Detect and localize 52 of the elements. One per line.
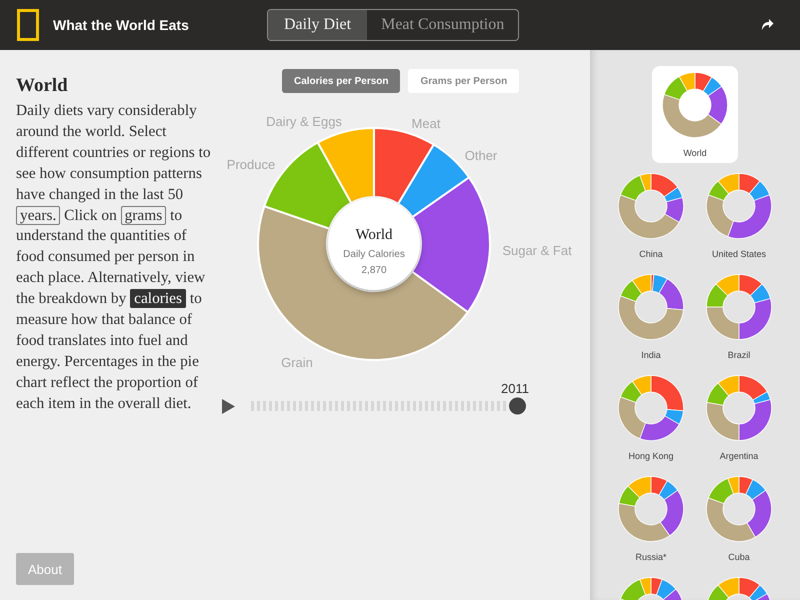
slice-label: Produce — [226, 157, 276, 172]
text-link[interactable]: years. — [16, 206, 60, 225]
slice-label: Sugar & Fat — [502, 243, 572, 258]
region-heading: World — [16, 75, 69, 97]
donut-chart-icon — [618, 173, 684, 239]
country-name: China — [639, 249, 663, 259]
donut-chart-icon — [706, 476, 772, 542]
text-link[interactable]: calories — [130, 289, 186, 308]
slice-label: Grain — [281, 355, 313, 370]
country-name: Brazil — [728, 350, 750, 360]
center-title: World — [355, 227, 393, 243]
country-item[interactable]: Hong Kong — [607, 369, 695, 466]
donut-chart-icon — [706, 173, 772, 239]
donut-chart-icon — [618, 476, 684, 542]
chart-slice[interactable] — [411, 176, 491, 314]
donut-chart-icon — [662, 72, 728, 138]
logo-icon — [17, 9, 39, 41]
country-name: Argentina — [720, 451, 758, 461]
slider-thumb[interactable] — [509, 398, 526, 414]
country-item[interactable]: Russia* — [607, 470, 695, 567]
chart-slice[interactable] — [373, 127, 435, 205]
country-item[interactable]: China — [607, 167, 695, 264]
country-name: India — [641, 350, 661, 360]
country-name: World — [683, 148, 707, 158]
app-title: What the World Eats — [53, 17, 189, 33]
country-item[interactable]: Cuba — [695, 470, 783, 567]
donut-chart-icon — [618, 375, 684, 441]
slice-label: Dairy & Eggs — [266, 114, 342, 129]
view-tab[interactable]: Meat Consumption — [367, 10, 518, 40]
country-item[interactable]: World — [652, 66, 738, 163]
country-item[interactable]: India — [607, 268, 695, 365]
unit-toggle[interactable]: Calories per Person — [282, 69, 400, 93]
country-name: Russia* — [635, 552, 666, 562]
country-item[interactable]: United States — [695, 167, 783, 264]
center-label: Daily Calories — [343, 249, 405, 260]
country-name: United States — [712, 249, 766, 259]
slice-label: Meat — [412, 116, 440, 131]
donut-chart-icon — [706, 375, 772, 441]
country-item[interactable]: Argentina — [695, 369, 783, 466]
donut-chart-icon — [618, 274, 684, 340]
share-icon[interactable] — [761, 18, 774, 31]
country-name: Hong Kong — [628, 451, 674, 461]
description-text: Daily diets vary considerably around the world. Select different countries or regions to see how consumption patterns have changed in the last 50 years. Click on grams to understand the quantities of food consumed per person in each place. Alternatively, view the breakdown by calories to measure how that balance of food translates into fuel and energy. Percentages in the pie chart reflect the proportion of each item in the overall diet. — [16, 101, 212, 414]
country-name: Cuba — [728, 552, 750, 562]
year-label: 2011 — [501, 381, 529, 396]
view-tab[interactable]: Daily Diet — [268, 10, 368, 40]
slice-label: Other — [464, 148, 498, 163]
play-icon[interactable] — [222, 398, 235, 414]
country-item[interactable]: Brazil — [695, 268, 783, 365]
calorie-value: 2,870 — [361, 265, 387, 276]
donut-chart-icon — [706, 274, 772, 340]
text-link[interactable]: grams — [120, 206, 166, 225]
